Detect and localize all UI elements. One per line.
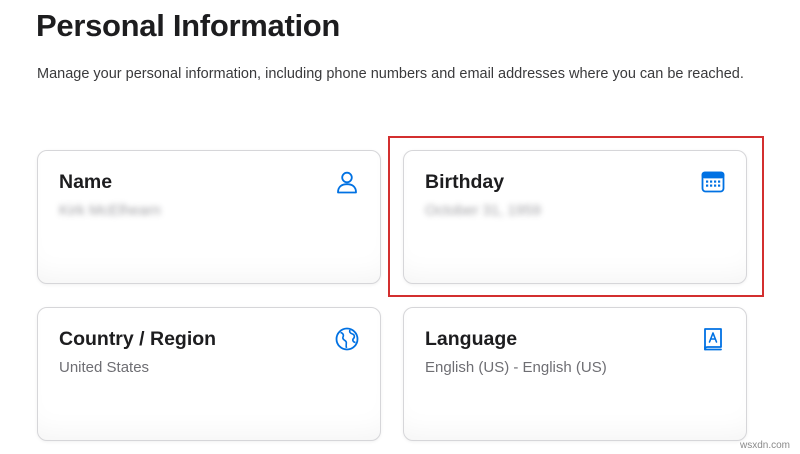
watermark: wsxdn.com: [739, 440, 790, 451]
calendar-icon: [700, 169, 726, 195]
card-value: English (US) - English (US): [425, 359, 607, 376]
card-value: Kirk McElhearn: [59, 202, 161, 219]
card-value: United States: [59, 359, 150, 376]
card-title: Name: [59, 171, 113, 193]
personal-information-page: Personal Information Manage your persona…: [0, 0, 800, 454]
card-title: Country / Region: [59, 328, 217, 350]
page-description: Manage your personal information, includ…: [37, 66, 744, 82]
dictionary-icon: [700, 326, 726, 352]
card-value: October 31, 1959: [425, 202, 541, 219]
name-card[interactable]: Name Kirk McElhearn: [37, 150, 381, 284]
globe-icon: [334, 326, 360, 352]
card-title: Birthday: [425, 171, 505, 193]
birthday-card[interactable]: Birthday October 31, 1959: [403, 150, 747, 284]
card-title: Language: [425, 328, 518, 350]
page-title: Personal Information: [36, 8, 341, 43]
language-card[interactable]: Language English (US) - English (US): [403, 307, 747, 441]
country-region-card[interactable]: Country / Region United States: [37, 307, 381, 441]
person-icon: [334, 169, 360, 195]
